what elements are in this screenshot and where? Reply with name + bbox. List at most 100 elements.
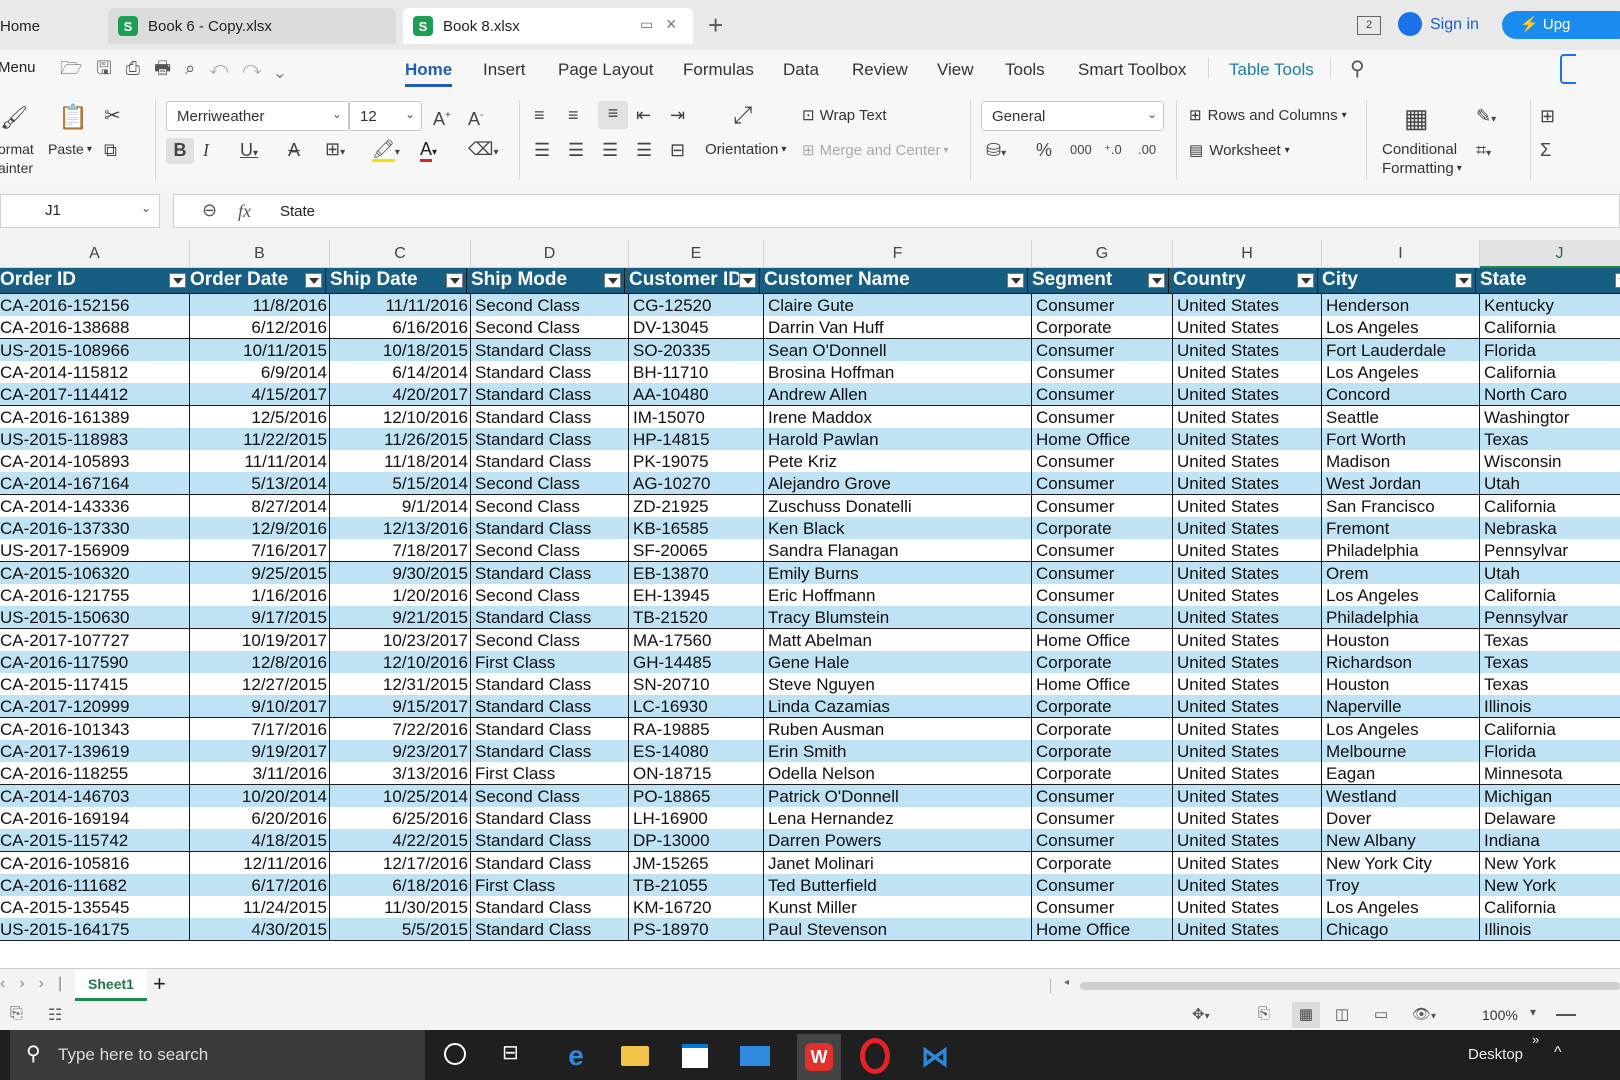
table-cell[interactable]: United States xyxy=(1173,294,1322,317)
table-cell[interactable]: Patrick O'Donnell xyxy=(764,784,1032,808)
table-cell[interactable]: United States xyxy=(1173,784,1322,808)
table-cell[interactable]: Consumer xyxy=(1032,561,1173,585)
print-preview-icon[interactable]: ⌕ xyxy=(185,58,209,78)
table-cell[interactable]: Emily Burns xyxy=(764,561,1032,585)
table-cell[interactable]: 12/13/2016 xyxy=(330,517,471,540)
table-cell[interactable]: 12/10/2016 xyxy=(330,405,471,429)
table-cell[interactable]: 3/11/2016 xyxy=(190,762,330,786)
table-cell[interactable]: Consumer xyxy=(1032,383,1173,407)
table-cell[interactable]: Erin Smith xyxy=(764,740,1032,763)
column-header-b[interactable]: B xyxy=(190,240,330,268)
table-cell[interactable]: United States xyxy=(1173,427,1322,451)
function-icon[interactable]: fx xyxy=(238,201,251,222)
indent-increase-icon[interactable]: ⇥ xyxy=(670,103,685,127)
next-sheet-icon[interactable]: › xyxy=(19,975,38,992)
table-cell[interactable]: Consumer xyxy=(1032,405,1173,429)
column-header-i[interactable]: I xyxy=(1322,240,1480,268)
italic-button[interactable]: I xyxy=(203,138,209,162)
table-cell[interactable]: CA-2017-107727 xyxy=(0,628,190,652)
table-cell[interactable]: 10/25/2014 xyxy=(330,784,471,808)
table-cell[interactable]: Los Angeles xyxy=(1322,360,1480,384)
table-cell[interactable]: Fort Worth xyxy=(1322,427,1480,451)
format-painter-icon[interactable]: 🖌 xyxy=(0,106,28,130)
table-cell[interactable]: Standard Class xyxy=(471,427,629,451)
table-cell[interactable]: First Class xyxy=(471,873,629,897)
table-cell[interactable]: United States xyxy=(1173,851,1322,875)
table-cell[interactable]: CA-2015-117415 xyxy=(0,673,190,697)
mail-icon[interactable] xyxy=(738,1040,772,1072)
header-cell[interactable]: Ship Date xyxy=(326,268,467,294)
table-cell[interactable]: ES-14080 xyxy=(629,740,764,763)
table-cell[interactable]: CA-2016-118255 xyxy=(0,762,190,786)
table-cell[interactable]: BH-11710 xyxy=(629,360,764,384)
table-cell[interactable]: Standard Class xyxy=(471,717,629,741)
table-cell[interactable]: GH-14485 xyxy=(629,650,764,674)
table-cell[interactable]: Zuschuss Donatelli xyxy=(764,494,1032,518)
table-cell[interactable]: Los Angeles xyxy=(1322,717,1480,741)
table-cell[interactable]: United States xyxy=(1173,316,1322,340)
search-icon[interactable]: ⚲ xyxy=(1350,56,1365,81)
copy-icon[interactable]: ⧉ xyxy=(104,138,117,162)
table-cell[interactable]: 9/15/2017 xyxy=(330,695,471,719)
table-cell[interactable]: 4/20/2017 xyxy=(330,383,471,407)
header-cell[interactable]: Order Date xyxy=(186,268,326,294)
collapse-ribbon-button[interactable] xyxy=(1560,54,1576,84)
table-cell[interactable]: Sean O'Donnell xyxy=(764,338,1032,362)
table-cell[interactable]: Corporate xyxy=(1032,316,1173,340)
table-cell[interactable]: Consumer xyxy=(1032,829,1173,853)
table-cell[interactable]: Delaware xyxy=(1480,806,1620,830)
tab-data[interactable]: Data xyxy=(783,60,819,80)
table-cell[interactable]: AA-10480 xyxy=(629,383,764,407)
range-icon[interactable]: ⌗▾ xyxy=(1476,138,1491,166)
paste-button[interactable]: Paste ▾ xyxy=(48,141,92,157)
strikethrough-button[interactable]: A xyxy=(288,138,300,162)
table-cell[interactable]: Nebraska xyxy=(1480,517,1620,540)
clear-format-icon[interactable]: ⌫▾ xyxy=(468,137,498,165)
table-cell[interactable]: Standard Class xyxy=(471,806,629,830)
list-icon[interactable]: ☷ xyxy=(48,1005,62,1025)
table-cell[interactable]: CA-2016-169194 xyxy=(0,806,190,830)
table-cell[interactable]: 12/11/2016 xyxy=(190,851,330,875)
table-cell[interactable]: 6/14/2014 xyxy=(330,360,471,384)
table-cell[interactable]: 9/30/2015 xyxy=(330,561,471,585)
table-cell[interactable]: DP-13000 xyxy=(629,829,764,853)
decrease-decimal-icon[interactable]: .00 xyxy=(1138,138,1156,162)
table-cell[interactable]: 5/15/2014 xyxy=(330,472,471,496)
header-cell[interactable]: Country xyxy=(1169,268,1318,294)
table-cell[interactable]: Consumer xyxy=(1032,806,1173,830)
table-cell[interactable]: First Class xyxy=(471,650,629,674)
table-cell[interactable]: 12/31/2015 xyxy=(330,673,471,697)
column-header-g[interactable]: G xyxy=(1032,240,1173,268)
table-cell[interactable]: Standard Class xyxy=(471,561,629,585)
table-cell[interactable]: Consumer xyxy=(1032,606,1173,630)
table-cell[interactable]: California xyxy=(1480,717,1620,741)
column-header-h[interactable]: H xyxy=(1173,240,1322,268)
filter-dropdown-icon[interactable] xyxy=(604,273,621,288)
table-cell[interactable]: Harold Pawlan xyxy=(764,427,1032,451)
table-cell[interactable]: Home Office xyxy=(1032,628,1173,652)
table-cell[interactable]: United States xyxy=(1173,896,1322,920)
table-cell[interactable]: United States xyxy=(1173,717,1322,741)
header-cell[interactable]: Segment xyxy=(1028,268,1169,294)
table-cell[interactable]: Consumer xyxy=(1032,873,1173,897)
table-cell[interactable]: 11/30/2015 xyxy=(330,896,471,920)
filter-dropdown-icon[interactable] xyxy=(446,273,463,288)
table-cell[interactable]: US-2015-118983 xyxy=(0,427,190,451)
table-cell[interactable]: Tracy Blumstein xyxy=(764,606,1032,630)
table-cell[interactable]: United States xyxy=(1173,628,1322,652)
table-cell[interactable]: US-2015-164175 xyxy=(0,918,190,942)
table-cell[interactable]: 6/9/2014 xyxy=(190,360,330,384)
table-cell[interactable]: CA-2017-139619 xyxy=(0,740,190,763)
desktop-label[interactable]: Desktop xyxy=(1468,1046,1523,1063)
table-cell[interactable]: Consumer xyxy=(1032,450,1173,474)
table-cell[interactable]: 9/19/2017 xyxy=(190,740,330,763)
table-cell[interactable]: Paul Stevenson xyxy=(764,918,1032,942)
table-cell[interactable]: TB-21520 xyxy=(629,606,764,630)
horizontal-scrollbar[interactable] xyxy=(1080,982,1620,990)
table-cell[interactable]: EH-13945 xyxy=(629,583,764,607)
table-cell[interactable]: PK-19075 xyxy=(629,450,764,474)
table-cell[interactable]: Steve Nguyen xyxy=(764,673,1032,697)
table-cell[interactable]: Illinois xyxy=(1480,695,1620,719)
clipboard-icon[interactable]: 📋 xyxy=(58,106,88,130)
table-cell[interactable]: United States xyxy=(1173,472,1322,496)
